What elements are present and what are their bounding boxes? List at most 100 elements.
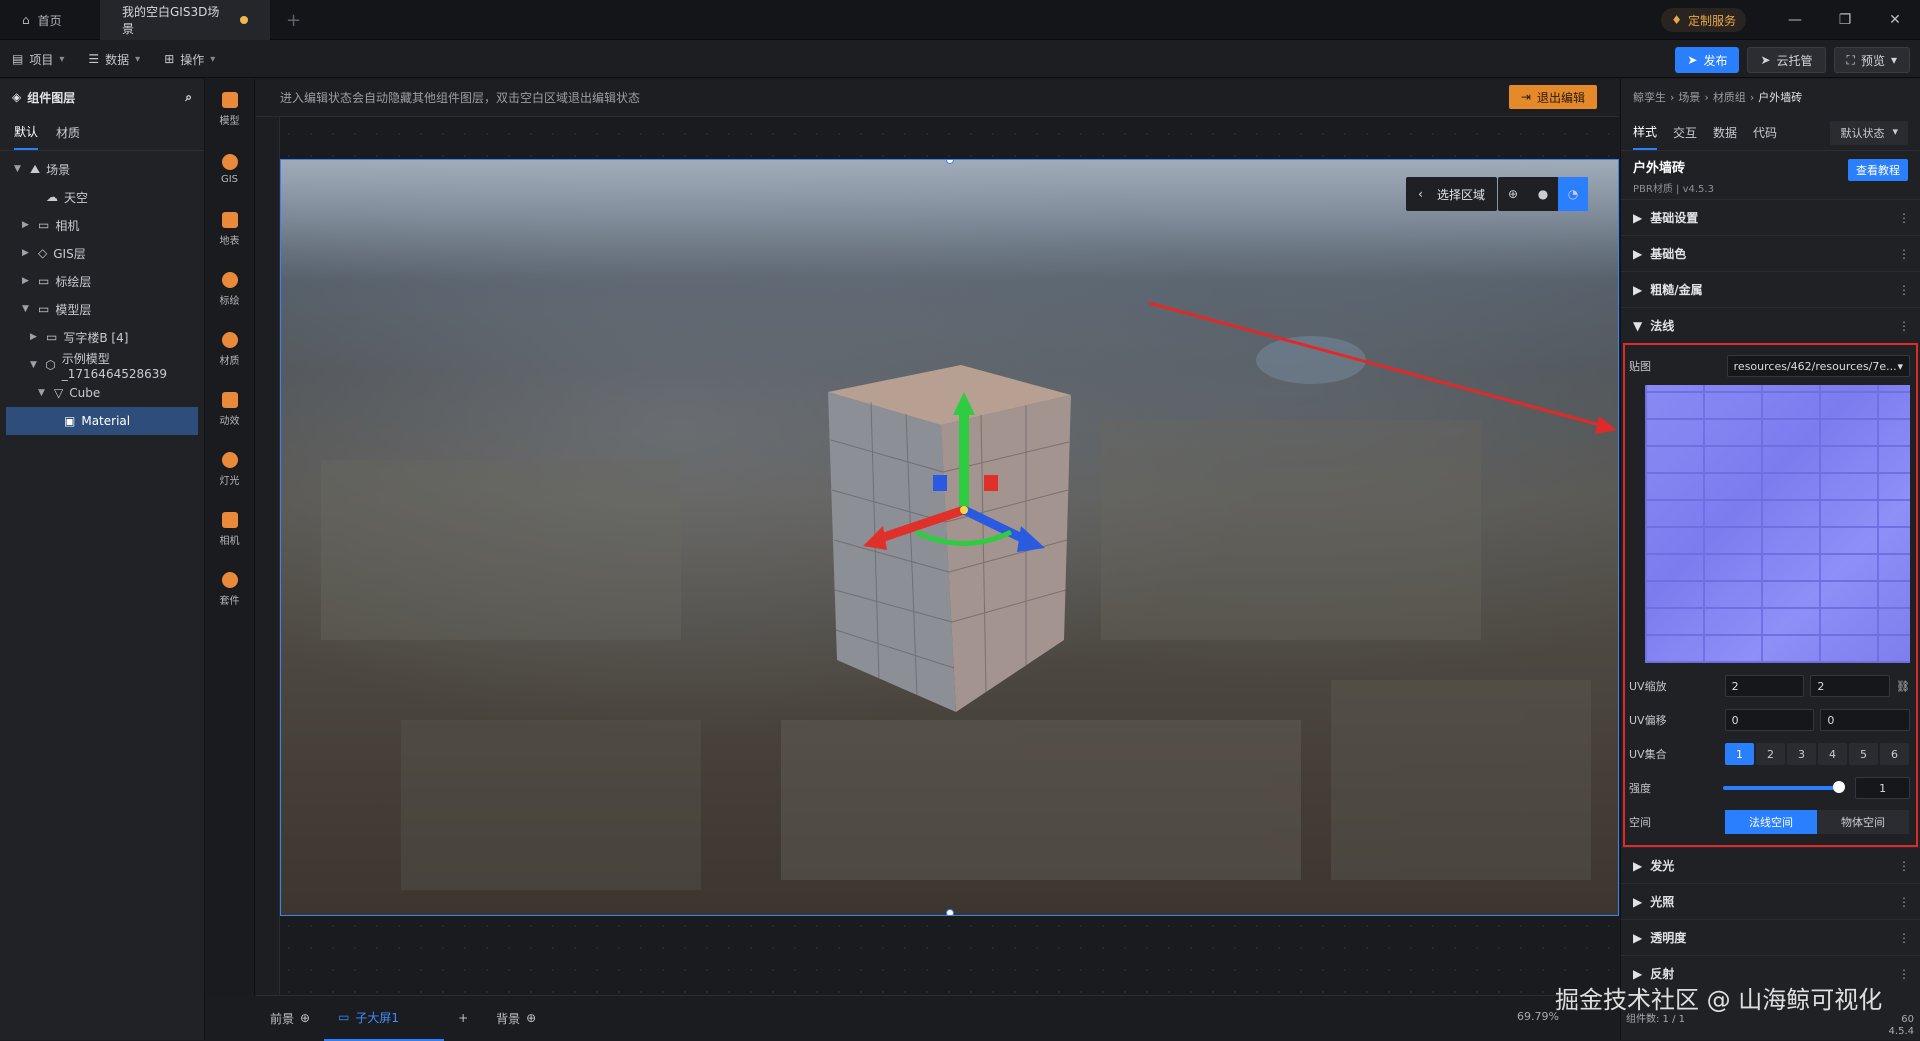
section-lighting[interactable]: ▶ 光照 ⋮ bbox=[1621, 883, 1920, 919]
space-option-tangent[interactable]: 法线空间 bbox=[1725, 810, 1817, 834]
caret-down-icon[interactable]: ▼ bbox=[14, 164, 24, 174]
breadcrumb-item[interactable]: 场景 bbox=[1678, 89, 1700, 105]
tree-node-sky[interactable]: ☁ 天空 bbox=[0, 183, 204, 211]
caret-right-icon[interactable]: ▶ bbox=[30, 332, 40, 342]
globe-view-icon[interactable]: ⊕ bbox=[1498, 177, 1528, 211]
section-opacity[interactable]: ▶ 透明度 ⋮ bbox=[1621, 919, 1920, 955]
more-icon[interactable]: ⋮ bbox=[1898, 283, 1910, 297]
custom-service-button[interactable]: ♦ 定制服务 bbox=[1661, 8, 1746, 32]
add-screen-button[interactable]: + bbox=[444, 1011, 482, 1025]
tab-material[interactable]: 材质 bbox=[56, 116, 80, 149]
caret-right-icon[interactable]: ▶ bbox=[22, 276, 32, 286]
uv-scale-x-input[interactable]: 2 bbox=[1724, 675, 1805, 697]
uv-set-option[interactable]: 5 bbox=[1849, 743, 1878, 765]
tab-code[interactable]: 代码 bbox=[1753, 124, 1777, 141]
tree-node-cube[interactable]: ▼ ▽ Cube bbox=[0, 379, 204, 407]
uv-offset-x-input[interactable]: 0 bbox=[1724, 709, 1815, 731]
menu-operation[interactable]: ⊞ 操作 ▾ bbox=[152, 40, 227, 78]
orbit-view-icon[interactable]: ◔ bbox=[1558, 177, 1588, 211]
uv-offset-y-input[interactable]: 0 bbox=[1820, 709, 1910, 731]
more-icon[interactable]: ⋮ bbox=[1898, 211, 1910, 225]
more-icon[interactable]: ⋮ bbox=[1898, 319, 1910, 333]
more-icon[interactable]: ⋮ bbox=[1898, 967, 1910, 981]
tab-style[interactable]: 样式 bbox=[1633, 115, 1658, 150]
tab-interaction[interactable]: 交互 bbox=[1673, 124, 1697, 141]
section-normal[interactable]: ▼ 法线 ⋮ bbox=[1621, 307, 1920, 343]
caret-down-icon[interactable]: ▼ bbox=[38, 388, 48, 398]
tab-home[interactable]: ⌂ 首页 bbox=[0, 0, 100, 40]
tool-terrain[interactable]: 地表 bbox=[205, 199, 254, 259]
more-icon[interactable]: ⋮ bbox=[1898, 895, 1910, 909]
tool-light[interactable]: 灯光 bbox=[205, 439, 254, 499]
caret-right-icon[interactable]: ▶ bbox=[22, 220, 32, 230]
tool-camera[interactable]: 相机 bbox=[205, 499, 254, 559]
uv-set-option[interactable]: 1 bbox=[1725, 743, 1754, 765]
uv-scale-y-input[interactable]: 2 bbox=[1810, 675, 1891, 697]
tab-default[interactable]: 默认 bbox=[14, 115, 39, 150]
screen-tab[interactable]: ▭ 子大屏1 bbox=[324, 996, 445, 1041]
caret-down-icon[interactable]: ▼ bbox=[30, 360, 39, 370]
close-icon[interactable]: ✕ bbox=[1870, 12, 1920, 28]
uv-set-option[interactable]: 2 bbox=[1756, 743, 1785, 765]
tool-material[interactable]: 材质 bbox=[205, 319, 254, 379]
space-option-object[interactable]: 物体空间 bbox=[1817, 810, 1909, 834]
tree-node-models[interactable]: ▼ ▭ 模型层 bbox=[0, 295, 204, 323]
restore-icon[interactable]: ❐ bbox=[1820, 12, 1870, 28]
more-icon[interactable]: ⋮ bbox=[1898, 931, 1910, 945]
tree-node-plot[interactable]: ▶ ▭ 标绘层 bbox=[0, 267, 204, 295]
minimize-icon[interactable]: — bbox=[1770, 12, 1820, 28]
normal-map-select[interactable]: resources/462/resources/7e... ▾ bbox=[1726, 355, 1910, 377]
tree-node-office[interactable]: ▶ ▭ 写字楼B [4] bbox=[0, 323, 204, 351]
uv-set-option[interactable]: 3 bbox=[1787, 743, 1816, 765]
chevron-left-icon[interactable]: ‹ bbox=[1418, 187, 1423, 201]
section-basic[interactable]: ▶ 基础设置 ⋮ bbox=[1621, 199, 1920, 235]
tree-node-camera[interactable]: ▶ ▭ 相机 bbox=[0, 211, 204, 239]
add-circle-icon[interactable]: ⊕ bbox=[300, 1011, 310, 1025]
more-icon[interactable]: ⋮ bbox=[1898, 247, 1910, 261]
uv-set-option[interactable]: 6 bbox=[1880, 743, 1909, 765]
menu-project[interactable]: ▤ 项目 ▾ bbox=[0, 40, 76, 78]
tree-node-material[interactable]: ▣ Material bbox=[6, 407, 198, 435]
more-icon[interactable]: ⋮ bbox=[1898, 859, 1910, 873]
zoom-level[interactable]: 69.79% bbox=[1517, 1010, 1559, 1023]
section-base-color[interactable]: ▶ 基础色 ⋮ bbox=[1621, 235, 1920, 271]
background-tab[interactable]: 背景 ⊕ bbox=[482, 1010, 550, 1027]
tool-effect[interactable]: 动效 bbox=[205, 379, 254, 439]
editor-canvas[interactable]: 进入编辑状态会自动隐藏其他组件图层，双击空白区域退出编辑状态 ⇥ 退出编辑 ‹ … bbox=[256, 79, 1619, 995]
exit-edit-button[interactable]: ⇥ 退出编辑 bbox=[1508, 85, 1597, 109]
add-circle-icon[interactable]: ⊕ bbox=[526, 1011, 536, 1025]
normal-map-preview[interactable] bbox=[1645, 385, 1910, 663]
resize-handle[interactable] bbox=[946, 909, 954, 915]
tree-node-sample-model[interactable]: ▼ ⬡ 示例模型_1716464528639 bbox=[0, 351, 204, 381]
tool-model[interactable]: 模型 bbox=[205, 79, 254, 139]
uv-set-option[interactable]: 4 bbox=[1818, 743, 1847, 765]
breadcrumb-item[interactable]: 鲸孪生 bbox=[1633, 89, 1666, 105]
scene-viewport[interactable]: ‹ 选择区域 ⊕ ● ◔ bbox=[280, 159, 1619, 916]
link-icon[interactable]: ⛓ bbox=[1896, 680, 1910, 693]
caret-right-icon[interactable]: ▶ bbox=[22, 248, 32, 258]
preview-button[interactable]: ⛶ 预览 ▾ bbox=[1833, 47, 1910, 73]
strength-slider[interactable] bbox=[1722, 781, 1846, 793]
sphere-view-icon[interactable]: ● bbox=[1528, 177, 1558, 211]
tab-data[interactable]: 数据 bbox=[1713, 124, 1737, 141]
caret-down-icon[interactable]: ▼ bbox=[22, 304, 32, 314]
select-area-control[interactable]: ‹ 选择区域 bbox=[1406, 177, 1497, 211]
foreground-tab[interactable]: 前景 ⊕ bbox=[256, 1010, 324, 1027]
menu-data[interactable]: ☰ 数据 ▾ bbox=[76, 40, 152, 78]
tutorial-button[interactable]: 查看教程 bbox=[1848, 159, 1908, 181]
tree-node-scene[interactable]: ▼ ⛰ 场景 bbox=[0, 155, 204, 183]
publish-button[interactable]: ➤ 发布 bbox=[1675, 47, 1740, 73]
tool-kit[interactable]: 套件 bbox=[205, 559, 254, 619]
state-select[interactable]: 默认状态 ▾ bbox=[1830, 120, 1908, 145]
section-emission[interactable]: ▶ 发光 ⋮ bbox=[1621, 847, 1920, 883]
tab-scene[interactable]: 我的空白GIS3D场景 bbox=[100, 0, 270, 40]
slider-knob[interactable] bbox=[1833, 781, 1846, 793]
cloud-host-button[interactable]: ➤ 云托管 bbox=[1747, 47, 1826, 73]
tool-gis[interactable]: GIS bbox=[205, 139, 254, 199]
tree-node-gis[interactable]: ▶ ◇ GIS层 bbox=[0, 239, 204, 267]
section-roughness-metal[interactable]: ▶ 粗糙/金属 ⋮ bbox=[1621, 271, 1920, 307]
search-icon[interactable]: ⌕ bbox=[185, 90, 192, 105]
breadcrumb-item[interactable]: 材质组 bbox=[1713, 89, 1746, 105]
tool-plot[interactable]: 标绘 bbox=[205, 259, 254, 319]
strength-input[interactable]: 1 bbox=[1855, 777, 1910, 799]
